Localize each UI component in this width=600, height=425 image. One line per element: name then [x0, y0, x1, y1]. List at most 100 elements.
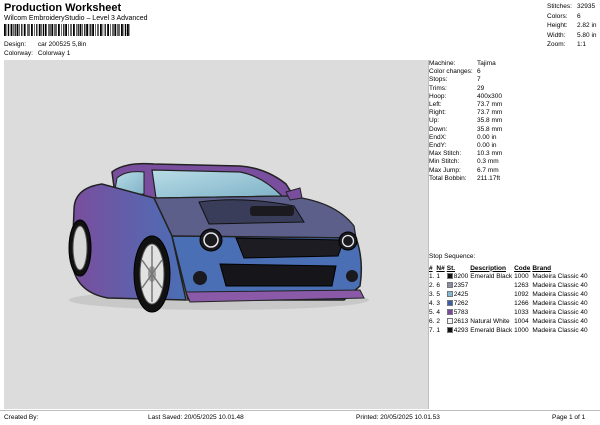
barcode-bar [11, 24, 13, 36]
barcode-bar [90, 24, 91, 36]
info-value: Tajima [477, 60, 496, 68]
row-code: 1004 [514, 317, 532, 326]
stat-stitches: Stitches:32935 [547, 2, 597, 12]
machine-info-list: Machine:TajimaColor changes:6Stops:7Trim… [429, 60, 502, 183]
row-num-text: 2. [429, 282, 434, 289]
row-brand: Madeira Classic 40 [532, 317, 589, 326]
row-brand: Madeira Classic 40 [532, 299, 589, 308]
barcode-bar [95, 24, 96, 36]
row-brand: Madeira Classic 40 [532, 290, 589, 299]
row-brand-text: Madeira Classic 40 [532, 327, 587, 334]
colorway-value: Colorway 1 [38, 50, 71, 57]
design-row: Design: car 200525 5,8in [4, 41, 86, 48]
info-row: Hoop:400x300 [429, 93, 502, 101]
row-needle-text: 3 [436, 300, 440, 307]
barcode-bar [48, 24, 49, 36]
row-code: 1263 [514, 281, 532, 290]
barcode-bar [118, 24, 119, 36]
info-label: Stops: [429, 76, 477, 84]
row-code-text: 1000 [514, 327, 528, 334]
barcode-bar [17, 24, 19, 36]
info-label: EndY: [429, 142, 477, 150]
row-stitches: 2357 [447, 281, 470, 290]
barcode-bar [24, 24, 26, 36]
row-brand-text: Madeira Classic 40 [532, 282, 587, 289]
design-value: car 200525 5,8in [38, 41, 86, 48]
row-brand-text: Madeira Classic 40 [532, 291, 587, 298]
info-row: Left:73.7 mm [429, 101, 502, 109]
barcode-bar [86, 24, 88, 36]
barcode-bar [63, 24, 64, 36]
stat-zoom: Zoom:1:1 [547, 40, 597, 50]
barcode-bar [43, 24, 44, 36]
row-code-text: 1266 [514, 300, 528, 307]
info-value: 211.17ft [477, 175, 500, 183]
row-description: Natural White [470, 317, 514, 326]
info-label: Up: [429, 117, 477, 125]
row-needle: 1 [436, 326, 446, 335]
row-num-text: 7. [429, 327, 434, 334]
info-value: 73.7 mm [477, 109, 502, 117]
design-preview-area[interactable] [4, 60, 429, 409]
info-label: Max Jump: [429, 167, 477, 175]
table-row: 3.524251092Madeira Classic 40 [429, 290, 590, 299]
barcode-bar [8, 24, 9, 36]
row-num: 7. [429, 326, 436, 335]
stat-height: Height:2.82 in [547, 21, 597, 31]
barcode-bar [65, 24, 67, 36]
row-description-text: Emerald Black [470, 327, 512, 334]
row-num-text: 6. [429, 318, 434, 325]
info-value: 0.00 in [477, 142, 497, 150]
barcode-bar [27, 24, 28, 36]
barcode-bar [54, 24, 55, 36]
row-description-text: Natural White [470, 318, 509, 325]
page-number: Page 1 of 1 [552, 414, 585, 421]
barcode-bar [15, 24, 16, 36]
color-swatch [447, 273, 453, 279]
row-num-text: 4. [429, 300, 434, 307]
barcode-bar [114, 24, 116, 36]
row-stitches-text: 2613 [454, 318, 468, 325]
barcode-bar [49, 24, 50, 36]
row-description-text: Emerald Black [470, 273, 512, 280]
info-row: Max Jump:6.7 mm [429, 167, 502, 175]
barcode-bar [51, 24, 53, 36]
row-num: 4. [429, 299, 436, 308]
barcode-bar [61, 24, 62, 36]
info-label: Left: [429, 101, 477, 109]
barcode-bar [41, 24, 42, 36]
barcode-bar [73, 24, 75, 36]
row-needle: 4 [436, 308, 446, 317]
row-stitches: 8200 [447, 272, 470, 281]
row-code: 1033 [514, 308, 532, 317]
barcode-bar [100, 24, 102, 36]
stop-sequence-title: Stop Sequence: [429, 253, 475, 260]
stat-width: Width:5.80 in [547, 31, 597, 41]
row-stitches-text: 2425 [454, 291, 468, 298]
info-row: Color changes:6 [429, 68, 502, 76]
row-description [470, 290, 514, 299]
row-brand: Madeira Classic 40 [532, 272, 589, 281]
row-num-text: 3. [429, 291, 434, 298]
info-label: Total Bobbin: [429, 175, 477, 183]
barcode-bar [112, 24, 113, 36]
barcode-bar [58, 24, 60, 36]
software-subtitle: Wilcom EmbroideryStudio – Level 3 Advanc… [4, 15, 148, 22]
row-num: 5. [429, 308, 436, 317]
barcode-bar [36, 24, 37, 36]
barcode-bar [92, 24, 94, 36]
info-row: Total Bobbin:211.17ft [429, 175, 502, 183]
barcode-bar [39, 24, 41, 36]
barcode-bar [45, 24, 47, 36]
row-description [470, 281, 514, 290]
row-stitches-text: 7262 [454, 300, 468, 307]
table-header-row: # N# St. Description Code Brand [429, 264, 590, 272]
row-num: 6. [429, 317, 436, 326]
colorway-row: Colorway: Colorway 1 [4, 50, 70, 57]
info-value: 400x300 [477, 93, 502, 101]
col-header-description: Description [470, 264, 514, 272]
info-row: Max Stitch:10.3 mm [429, 150, 502, 158]
info-row: Min Stitch:0.3 mm [429, 158, 502, 166]
barcode-bar [103, 24, 104, 36]
barcode-bar [19, 24, 20, 36]
